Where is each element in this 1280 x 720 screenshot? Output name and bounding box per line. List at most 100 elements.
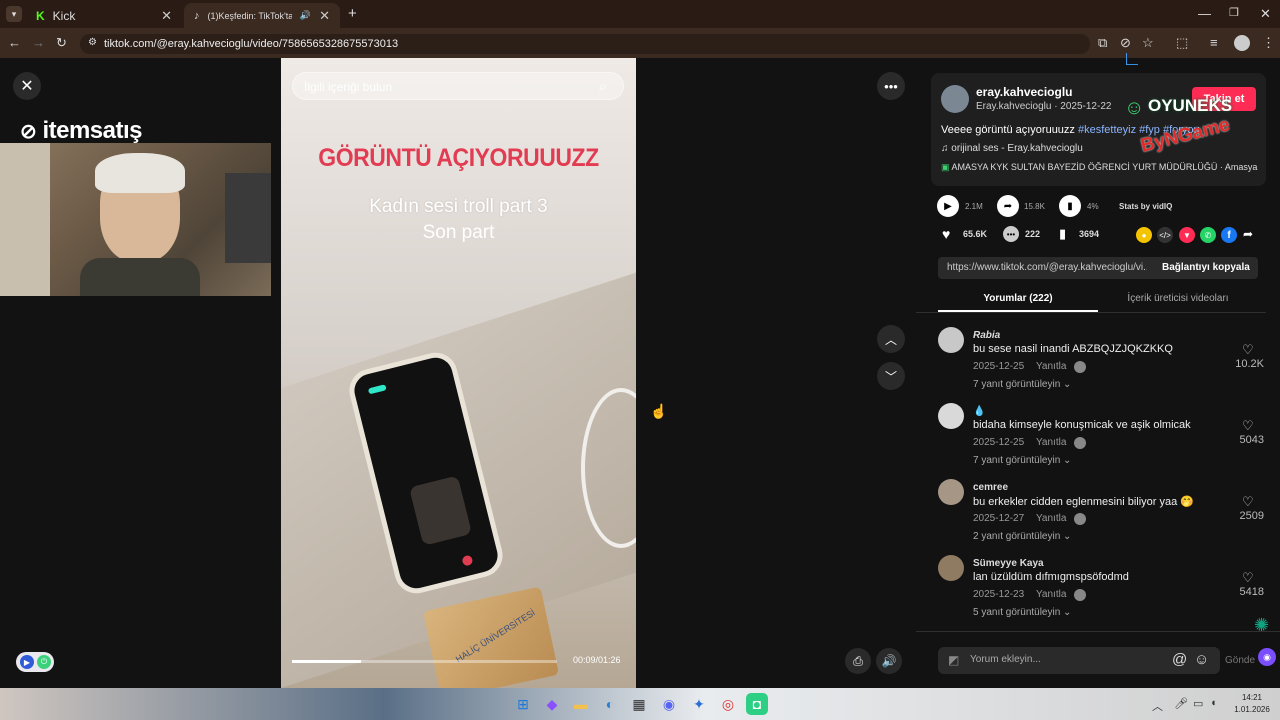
video-link-text[interactable]: https://www.tiktok.com/@eray.kahvecioglu… <box>947 262 1147 273</box>
send-to-friend-icon[interactable]: ▼ <box>1179 227 1195 243</box>
tab-search-icon[interactable]: ▾ <box>6 6 22 22</box>
send-comment-button[interactable]: Gönder <box>1225 655 1255 666</box>
comment-like-icon[interactable]: ♡ <box>1242 494 1254 510</box>
view-replies-button[interactable]: 7 yanıt görüntüleyin ⌄ <box>973 379 1071 390</box>
more-options-icon[interactable]: ••• <box>877 72 905 100</box>
save-icon[interactable]: ▮ <box>1059 226 1066 242</box>
bookmark-star-icon[interactable]: ☆ <box>1142 35 1154 51</box>
like-icon[interactable]: ♥ <box>942 226 950 242</box>
vidiq-label[interactable]: Stats by vidIQ <box>1119 202 1172 211</box>
emoji-icon[interactable]: ☺ <box>1194 651 1209 668</box>
close-tab-icon[interactable]: ✕ <box>319 8 330 24</box>
volume-icon[interactable]: 🔊 <box>876 648 902 674</box>
comment-avatar[interactable] <box>938 555 964 581</box>
view-replies-button[interactable]: 7 yanıt görüntüleyin ⌄ <box>973 455 1071 466</box>
reply-button[interactable]: Yanıtla <box>1036 361 1066 372</box>
comment-input[interactable]: ◩ Yorum ekleyin... @ ☺ <box>938 647 1220 674</box>
tab-comments[interactable]: Yorumlar (222) <box>938 293 1098 304</box>
reply-button[interactable]: Yanıtla <box>1036 437 1066 448</box>
forward-icon[interactable]: → <box>32 35 45 50</box>
author-username[interactable]: eray.kahvecioglu <box>976 85 1073 99</box>
menu-icon[interactable]: ⋮ <box>1262 35 1275 51</box>
chrome-icon[interactable]: ◎ <box>717 693 739 715</box>
network-icon[interactable]: ▭ <box>1193 697 1203 710</box>
clock-time[interactable]: 14:21 <box>1232 693 1272 702</box>
close-tab-icon[interactable]: ✕ <box>161 8 172 24</box>
author-avatar[interactable] <box>941 85 969 113</box>
video-subtitle-2: Son part <box>422 222 495 243</box>
progress-track[interactable] <box>292 660 557 663</box>
comment-author[interactable]: Rabia <box>973 330 1000 341</box>
comment-sticker-icon[interactable]: ◩ <box>948 653 959 667</box>
clock-date[interactable]: 1.01.2026 <box>1228 705 1276 714</box>
play-count-icon: ▶ <box>937 195 959 217</box>
tray-expand-icon[interactable]: ︿ <box>1152 698 1163 714</box>
start-icon[interactable]: ⊞ <box>512 693 534 715</box>
back-icon[interactable]: ← <box>8 35 21 50</box>
reading-list-icon[interactable]: ≡ <box>1210 35 1218 50</box>
file-explorer-icon[interactable]: ▬ <box>570 693 592 715</box>
engagement-percent: 4% <box>1087 202 1099 211</box>
related-search-input[interactable]: İlgili içeriği bulun ⌕ <box>292 72 624 100</box>
next-video-icon[interactable]: ﹀ <box>877 362 905 390</box>
overlay-app-button[interactable]: ▶ ⏻ <box>16 652 54 672</box>
microphone-icon[interactable]: 🎤︎ <box>1174 697 1188 710</box>
discord-icon[interactable]: ◉ <box>658 693 680 715</box>
download-app-icon[interactable]: ⎙ <box>845 648 871 674</box>
embed-icon[interactable]: </> <box>1157 227 1173 243</box>
reply-button[interactable]: Yanıtla <box>1036 589 1066 600</box>
volume-tray-icon[interactable]: ◖ <box>1210 697 1217 709</box>
comment-icon[interactable]: ••• <box>1003 226 1019 242</box>
tab-creator-videos[interactable]: İçerik üreticisi videoları <box>1098 293 1258 304</box>
engagement-icon: ▮ <box>1059 195 1081 217</box>
pinned-app-icon[interactable]: ✦ <box>688 693 710 715</box>
sound-row[interactable]: ♫ orijinal ses - Eray.kahvecioglu <box>941 143 1083 154</box>
assistant-extension-icon[interactable]: ◉ <box>1258 648 1276 666</box>
video-player[interactable]: İlgili içeriği bulun ⌕ GÖRÜNTÜ AÇIYORUUU… <box>281 58 636 688</box>
comment-avatar[interactable] <box>938 479 964 505</box>
close-icon[interactable]: ✕ <box>13 72 41 100</box>
view-replies-button[interactable]: 5 yanıt görüntüleyin ⌄ <box>973 607 1071 618</box>
store-icon[interactable]: ▦ <box>628 693 650 715</box>
url-field[interactable]: tiktok.com/@eray.kahvecioglu/video/75865… <box>80 34 1090 54</box>
mention-icon[interactable]: @ <box>1172 651 1187 668</box>
save-count: 3694 <box>1079 229 1100 239</box>
search-icon[interactable]: ⌕ <box>599 78 607 95</box>
reload-icon[interactable]: ↻ <box>56 35 67 51</box>
new-tab-icon[interactable]: + <box>348 5 357 22</box>
site-info-icon[interactable]: ⚙ <box>88 37 97 48</box>
edge-icon[interactable]: ◐ <box>599 693 621 715</box>
comment-like-icon[interactable]: ♡ <box>1242 342 1254 358</box>
more-share-icon[interactable]: ➦ <box>1243 227 1253 241</box>
tab-tiktok[interactable]: ♪ (1)Keşfedin: TikTok'ta favori 🔊 ✕ <box>184 3 340 28</box>
kick-app-icon[interactable]: ◘ <box>746 693 768 715</box>
cast-icon[interactable]: ⧉ <box>1098 35 1107 51</box>
reply-button[interactable]: Yanıtla <box>1036 513 1066 524</box>
comment-date: 2025-12-25 <box>973 437 1025 448</box>
extensions-icon[interactable]: ⬚ <box>1176 35 1188 51</box>
coin-share-icon[interactable]: ● <box>1136 227 1152 243</box>
copy-link-button[interactable]: Bağlantıyı kopyala <box>1162 262 1250 273</box>
comment-author[interactable]: Sümeyye Kaya <box>973 558 1044 569</box>
whatsapp-icon[interactable]: ✆ <box>1200 227 1216 243</box>
comment-author[interactable]: cemree <box>973 482 1008 493</box>
close-window-icon[interactable]: ✕ <box>1260 6 1271 22</box>
comment-avatar[interactable] <box>938 403 964 429</box>
restore-icon[interactable]: ❐ <box>1229 6 1239 19</box>
tab-kick[interactable]: K Kick ✕ <box>26 3 182 28</box>
previous-video-icon[interactable]: ︿ <box>877 325 905 353</box>
view-replies-button[interactable]: 2 yanıt görüntüleyin ⌄ <box>973 531 1071 542</box>
location-row[interactable]: ▣ AMASYA KYK SULTAN BAYEZİD ÖĞRENCİ YURT… <box>941 162 1261 173</box>
comment-like-icon[interactable]: ♡ <box>1242 418 1254 434</box>
comment-author[interactable]: 💧 <box>973 406 985 417</box>
comment-like-icon[interactable]: ♡ <box>1242 570 1254 586</box>
copilot-icon[interactable]: ◆ <box>541 693 563 715</box>
profile-avatar[interactable] <box>1234 35 1250 51</box>
wooden-stand-text: HALİÇ ÜNİVERSİTESİ <box>453 607 537 665</box>
like-count: 65.6K <box>963 229 988 239</box>
minimize-icon[interactable]: — <box>1198 6 1211 21</box>
comment-avatar[interactable] <box>938 327 964 353</box>
facebook-icon[interactable]: f <box>1221 227 1237 243</box>
music-note-icon: ♫ <box>941 143 949 154</box>
chatgpt-extension-icon[interactable]: ✺ <box>1254 615 1269 636</box>
